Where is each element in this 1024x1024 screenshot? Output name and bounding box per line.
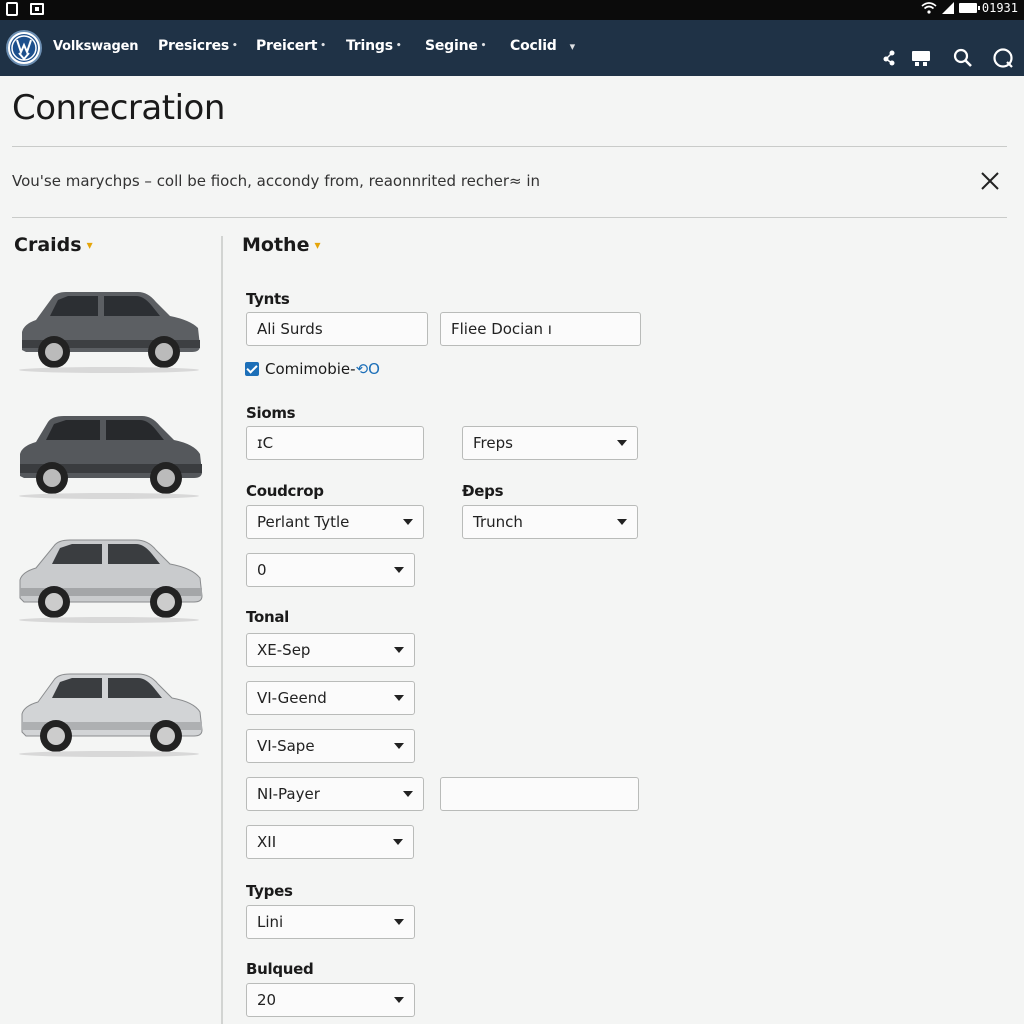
caret-icon: • [232, 41, 238, 51]
coudcrop-select-2[interactable]: 0 [246, 553, 415, 587]
notice-text: Vou'se marychps – coll be fioch, accondy… [12, 172, 541, 190]
bulqued-select[interactable]: 20 [246, 983, 415, 1017]
tonal-select-2[interactable]: VI-Geend [246, 681, 415, 715]
comimobie-checkbox[interactable]: Comimobie- ⟲O [245, 360, 380, 378]
dropdown-arrow-icon [394, 919, 404, 925]
caret-icon: • [480, 41, 487, 51]
status-bar: 01931 [0, 0, 1024, 20]
dropdown-arrow-icon [403, 791, 413, 797]
status-time: 01931 [981, 1, 1018, 15]
tonal-select-1[interactable]: XE-Sep [246, 633, 415, 667]
nav-item-coclid[interactable]: Coclid ▾ [510, 38, 575, 54]
dropdown-arrow-icon [403, 519, 413, 525]
help-icon[interactable] [992, 47, 1014, 69]
dropdown-arrow-icon [393, 839, 403, 845]
chevron-down-icon: ▾ [314, 238, 321, 252]
sioms-field[interactable]: ɪC [246, 426, 424, 460]
coudcrop-label: Coudcrop [246, 482, 324, 500]
wifi-icon [921, 2, 937, 14]
nav-item-presicres[interactable]: Presicres • [158, 38, 238, 54]
network-icon[interactable] [882, 50, 902, 66]
tonal-select-3[interactable]: VI-Sape [246, 729, 415, 763]
top-nav: Volkswagen Presicres • Preicert • Trings • … [0, 20, 1024, 76]
tonal-text-field[interactable] [440, 777, 639, 811]
car-thumbnail-1[interactable] [14, 284, 204, 374]
dropdown-arrow-icon [394, 695, 404, 701]
divider [12, 217, 1007, 218]
deps-label: Ðeps [462, 482, 504, 500]
bulqued-label: Bulqued [246, 960, 314, 978]
panel-divider [221, 236, 223, 1024]
chevron-down-icon: ▾ [569, 39, 576, 53]
tonal-select-4[interactable]: NI-Payer [246, 777, 424, 811]
tynts-label: Tynts [246, 290, 290, 308]
caret-icon: • [395, 41, 402, 51]
tynts-field-2[interactable]: Fliee Docian ı [440, 312, 641, 346]
vw-logo-icon[interactable] [6, 30, 42, 66]
deps-select[interactable]: Trunch [462, 505, 638, 539]
sioms-select[interactable]: Freps [462, 426, 638, 460]
types-select[interactable]: Lini [246, 905, 415, 939]
tynts-field-1[interactable]: Ali Surds [246, 312, 428, 346]
dropdown-arrow-icon [394, 567, 404, 573]
refresh-icon: ⟲O [355, 360, 380, 378]
types-label: Types [246, 882, 293, 900]
device-icon[interactable] [910, 49, 932, 67]
dropdown-arrow-icon [617, 440, 627, 446]
nav-item-preicert[interactable]: Preicert • [256, 38, 326, 54]
tonal-label: Tonal [246, 608, 289, 626]
car-thumbnail-2[interactable] [14, 410, 204, 500]
brand-name[interactable]: Volkswagen [53, 39, 138, 54]
close-icon[interactable] [977, 168, 1003, 194]
nav-item-segine[interactable]: Segine • [425, 38, 486, 54]
dropdown-arrow-icon [394, 997, 404, 1003]
divider [12, 146, 1007, 147]
checkbox-checked-icon[interactable] [245, 362, 259, 376]
dropdown-arrow-icon [617, 519, 627, 525]
battery-icon [958, 3, 980, 13]
car-thumbnail-3[interactable] [14, 534, 204, 624]
craids-heading[interactable]: Craids ▾ [14, 234, 93, 256]
nav-item-trings[interactable]: Trings • [346, 38, 402, 54]
chevron-down-icon: ▾ [86, 238, 93, 252]
signal-icon [941, 2, 954, 14]
mothe-heading[interactable]: Mothe ▾ [242, 234, 321, 256]
sioms-label: Sioms [246, 404, 296, 422]
dropdown-arrow-icon [394, 743, 404, 749]
coudcrop-select[interactable]: Perlant Tytle [246, 505, 424, 539]
phone-icon [6, 2, 18, 16]
tonal-select-5[interactable]: XII [246, 825, 414, 859]
search-icon[interactable] [953, 48, 973, 68]
dropdown-arrow-icon [394, 647, 404, 653]
page-title: Conrecration [12, 88, 225, 128]
caret-icon: • [320, 41, 326, 51]
car-thumbnail-4[interactable] [14, 668, 204, 758]
screenshot-icon [30, 3, 44, 15]
